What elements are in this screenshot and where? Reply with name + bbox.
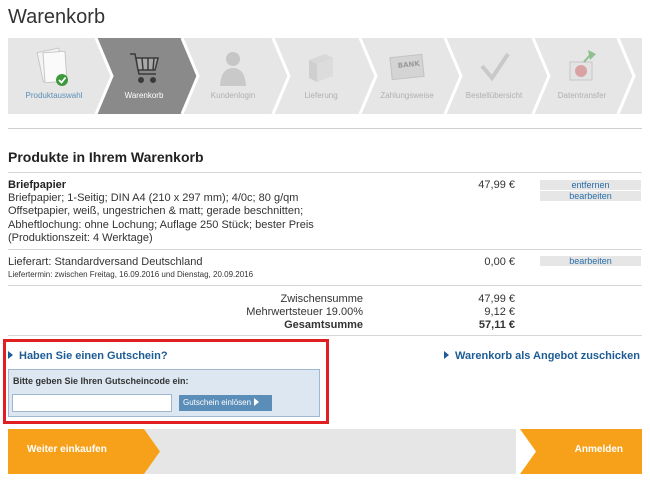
step-label: Produktauswahl xyxy=(25,91,83,100)
divider xyxy=(8,285,642,286)
divider xyxy=(8,249,642,250)
step-label: Kundenlogin xyxy=(210,91,256,100)
product-price: 47,99 € xyxy=(478,179,515,191)
coupon-panel: Bitte geben Sie Ihren Gutscheincode ein:… xyxy=(8,369,320,417)
step-lieferung[interactable]: Lieferung xyxy=(278,38,364,114)
triangle-right-icon xyxy=(444,351,449,359)
step-bestelluebersicht[interactable]: Bestellübersicht xyxy=(450,38,538,114)
coupon-toggle-link[interactable]: Haben Sie einen Gutschein? xyxy=(8,350,168,362)
step-datentransfer[interactable]: Datentransfer xyxy=(538,38,626,114)
step-label: Bestellübersicht xyxy=(465,91,523,100)
package-icon xyxy=(309,54,333,82)
paper-stack-check-icon xyxy=(36,47,68,86)
coupon-toggle-label: Haben Sie einen Gutschein? xyxy=(19,350,168,362)
cart-heading: Produkte in Ihrem Warenkorb xyxy=(8,149,204,165)
coupon-input[interactable] xyxy=(12,394,172,412)
step-zahlungsweise[interactable]: BANK Zahlungsweise xyxy=(364,38,450,114)
bottom-navigation: Weiter einkaufen Anmelden xyxy=(8,429,642,474)
subtotal-label: Zwischensumme xyxy=(280,293,363,305)
divider xyxy=(8,172,642,173)
product-name: Briefpapier xyxy=(8,179,67,191)
step-label: Zahlungsweise xyxy=(380,91,434,100)
total-value: 57,11 € xyxy=(478,319,515,331)
redeem-coupon-label: Gutschein einlösen xyxy=(183,398,252,407)
offer-link[interactable]: Warenkorb als Angebot zuschicken xyxy=(444,350,640,362)
divider xyxy=(8,128,642,129)
remove-button[interactable]: entfernen xyxy=(540,180,641,190)
bank-card-icon: BANK xyxy=(389,53,425,81)
step-label: Datentransfer xyxy=(557,91,607,100)
edit-delivery-button[interactable]: bearbeiten xyxy=(540,256,641,266)
total-label: Gesamtsumme xyxy=(284,319,363,331)
step-kundenlogin[interactable]: Kundenlogin xyxy=(188,38,278,114)
vat-value: 9,12 € xyxy=(484,306,515,318)
step-label: Lieferung xyxy=(304,91,338,100)
user-icon xyxy=(220,52,246,86)
step-warenkorb[interactable]: Warenkorb xyxy=(100,38,188,114)
redeem-coupon-button[interactable]: Gutschein einlösen xyxy=(179,395,272,411)
offer-link-label: Warenkorb als Angebot zuschicken xyxy=(455,350,641,362)
page-title: Warenkorb xyxy=(8,6,106,28)
vat-label: Mehrwertsteuer 19.00% xyxy=(246,306,363,318)
arrow-right-icon xyxy=(254,398,260,406)
delivery-date: Liefertermin: zwischen Freitag, 16.09.20… xyxy=(8,270,254,279)
edit-product-button[interactable]: bearbeiten xyxy=(540,191,641,201)
checkmark-icon xyxy=(480,52,510,82)
subtotal-value: 47,99 € xyxy=(478,293,515,305)
coupon-prompt: Bitte geben Sie Ihren Gutscheincode ein: xyxy=(13,376,189,386)
step-produktauswahl[interactable]: Produktauswahl xyxy=(8,38,100,114)
checkout-steps: Produktauswahl Warenkorb Kundenlogin Lie… xyxy=(8,38,642,114)
continue-shopping-button[interactable]: Weiter einkaufen xyxy=(27,444,107,455)
divider xyxy=(8,335,642,336)
delivery-price: 0,00 € xyxy=(484,256,515,268)
upload-folder-icon xyxy=(569,50,596,81)
shopping-cart-icon xyxy=(130,53,159,83)
triangle-right-icon xyxy=(8,351,13,359)
step-label: Warenkorb xyxy=(124,91,164,100)
product-description: Briefpapier; 1-Seitig; DIN A4 (210 x 297… xyxy=(8,192,314,245)
delivery-method: Lieferart: Standardversand Deutschland xyxy=(8,256,203,268)
login-button[interactable]: Anmelden xyxy=(575,444,623,455)
